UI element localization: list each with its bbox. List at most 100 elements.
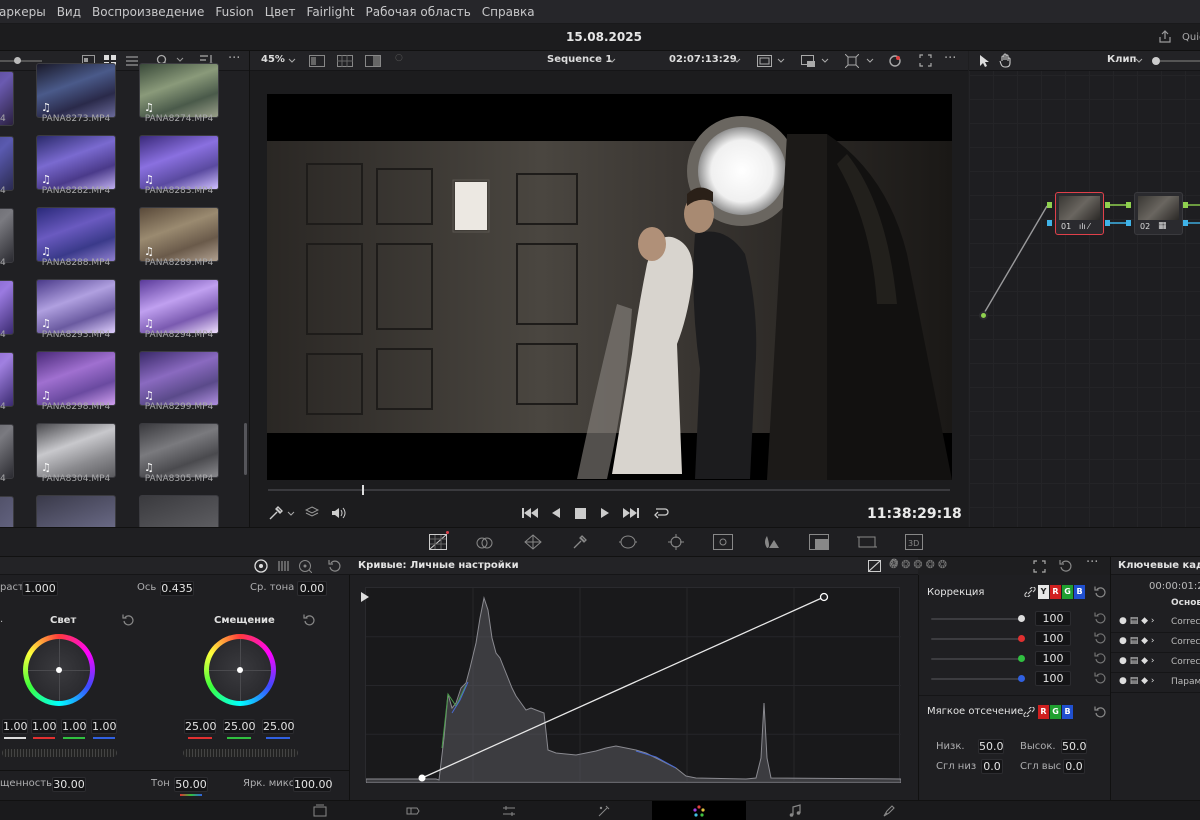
clip-thumbnail[interactable]: ♫ — [36, 351, 116, 406]
r-intensity-value[interactable]: 100 — [1035, 631, 1071, 646]
keyframe-row[interactable]: ● ▤ ◆ › Correc — [1111, 634, 1200, 653]
node-01[interactable]: 01 ılı ⁄ — [1055, 192, 1104, 235]
gain-red-value[interactable]: 1.00 — [31, 719, 57, 734]
chevron-down-icon[interactable] — [733, 58, 741, 64]
channel-b-chip[interactable]: B — [1074, 585, 1085, 599]
clip-thumbnail[interactable]: ♫ — [36, 135, 116, 190]
more-options-icon[interactable]: ··· — [1086, 555, 1098, 570]
reset-icon[interactable] — [1094, 672, 1106, 684]
clip-thumbnail-partial[interactable] — [0, 352, 14, 407]
clip-thumbnail[interactable]: ♫ — [139, 279, 219, 334]
gain-green-value[interactable]: 1.00 — [61, 719, 87, 734]
clip-thumbnail[interactable]: ♫ — [139, 135, 219, 190]
curves-tool-icon[interactable] — [429, 534, 447, 550]
low-clip-value[interactable]: 50.0 — [978, 739, 1004, 754]
menu-workspace[interactable]: Рабочая область — [366, 5, 471, 19]
list-view-icon[interactable] — [126, 55, 138, 67]
more-options-icon[interactable]: ··· — [944, 51, 956, 66]
reset-icon[interactable] — [1094, 586, 1106, 598]
clip-thumbnail[interactable]: ♫ — [36, 207, 116, 262]
reset-icon[interactable] — [1094, 612, 1106, 624]
fullscreen-icon[interactable] — [919, 54, 932, 67]
video-frame[interactable] — [267, 94, 952, 480]
curves-graph[interactable] — [365, 587, 902, 784]
soft-b-chip[interactable]: B — [1062, 705, 1073, 719]
reset-icon[interactable] — [1059, 559, 1073, 573]
b-intensity-value[interactable]: 100 — [1035, 671, 1071, 686]
keyframe-row[interactable]: ● ▤ ◆ › Парам — [1111, 674, 1200, 693]
g-slider-handle[interactable] — [1018, 655, 1025, 662]
node-02[interactable]: 02 ▦ — [1134, 192, 1183, 235]
menu-help[interactable]: Справка — [482, 5, 535, 19]
clip-thumbnail[interactable]: ♫ — [139, 63, 219, 118]
thumb-size-slider[interactable] — [0, 60, 42, 62]
zoom-level[interactable]: 45% — [261, 54, 285, 65]
stop-icon[interactable] — [575, 508, 586, 519]
clip-thumbnail[interactable]: ♫ — [36, 423, 116, 478]
menu-markers[interactable]: аркеры — [0, 5, 46, 19]
wheel-handle[interactable] — [56, 667, 62, 673]
clip-thumbnail[interactable]: ♫ — [36, 63, 116, 118]
3d-icon[interactable]: 3D — [905, 534, 923, 550]
clip-thumbnail-partial[interactable] — [0, 280, 14, 335]
chevron-down-icon[interactable] — [866, 58, 874, 64]
soft-r-chip[interactable]: R — [1038, 705, 1049, 719]
b-slider-handle[interactable] — [1018, 675, 1025, 682]
link-icon[interactable] — [1024, 587, 1036, 597]
curve-point-marker-icon[interactable] — [360, 591, 370, 603]
offset-red-value[interactable]: 25.00 — [184, 719, 217, 734]
contrast-value[interactable]: 1.000 — [22, 581, 58, 596]
clip-thumbnail[interactable]: ♫ — [139, 423, 219, 478]
y-intensity-slider[interactable] — [931, 618, 1021, 620]
offset-blue-value[interactable]: 25.00 — [262, 719, 295, 734]
quick-export-label[interactable]: Quic — [1182, 32, 1200, 43]
curve-mode-icons[interactable]: ❂❂❂❂❂ — [889, 558, 950, 571]
gain-master-value[interactable]: 1.00 — [2, 719, 28, 734]
edit-page-icon[interactable] — [502, 804, 516, 818]
expand-icon[interactable] — [1033, 560, 1046, 573]
node-editor[interactable]: Клип 01 ılı ⁄ 02 ▦ — [969, 51, 1200, 527]
high-soft-value[interactable]: 0.0 — [1063, 759, 1085, 774]
clip-thumbnail[interactable]: ♫ — [139, 351, 219, 406]
magic-mask-icon[interactable] — [713, 534, 733, 550]
playhead[interactable] — [362, 485, 365, 495]
offset-green-value[interactable]: 25.00 — [223, 719, 256, 734]
saturation-value[interactable]: 30.00 — [52, 777, 86, 792]
menu-fairlight[interactable]: Fairlight — [307, 5, 355, 19]
g-intensity-slider[interactable] — [931, 658, 1021, 660]
eyedropper-icon[interactable] — [268, 505, 284, 521]
wheel-handle[interactable] — [237, 667, 243, 673]
node-input-dot[interactable] — [979, 311, 988, 320]
gain-color-wheel[interactable] — [23, 634, 95, 706]
go-to-start-icon[interactable] — [522, 507, 538, 519]
primaries-wheels-icon[interactable] — [254, 559, 268, 573]
pivot-value[interactable]: 0.435 — [160, 581, 194, 596]
clip-thumbnail-partial[interactable] — [0, 208, 14, 263]
thumb-size-handle[interactable] — [14, 57, 21, 64]
media-page-icon[interactable] — [313, 804, 327, 818]
high-clip-value[interactable]: 50.0 — [1061, 739, 1087, 754]
deliver-page-icon[interactable] — [882, 804, 896, 818]
cut-page-icon[interactable] — [406, 804, 420, 818]
wipe-icon[interactable] — [365, 55, 381, 67]
channel-r-chip[interactable]: R — [1050, 585, 1061, 599]
hue-value[interactable]: 50.00 — [174, 777, 208, 792]
clip-thumbnail[interactable]: ♫ — [139, 207, 219, 262]
primaries-bars-icon[interactable] — [278, 560, 290, 572]
display-overlay-icon[interactable] — [801, 55, 816, 68]
volume-icon[interactable] — [331, 506, 346, 520]
source-timecode[interactable]: 02:07:13:29 — [669, 54, 737, 65]
menu-color[interactable]: Цвет — [265, 5, 296, 19]
fusion-page-icon[interactable] — [597, 804, 611, 818]
split-view-icon[interactable] — [309, 55, 325, 67]
lum-mix-value[interactable]: 100.00 — [293, 777, 333, 792]
reset-icon[interactable] — [1094, 652, 1106, 664]
clip-thumbnail[interactable] — [139, 495, 219, 527]
hsl-qualifier-icon[interactable] — [476, 534, 494, 550]
gain-master-jog[interactable] — [2, 749, 117, 757]
channel-g-chip[interactable]: G — [1062, 585, 1073, 599]
g-intensity-value[interactable]: 100 — [1035, 651, 1071, 666]
grid-view-icon[interactable] — [337, 55, 353, 67]
tracker-icon[interactable] — [667, 534, 685, 550]
r-intensity-slider[interactable] — [931, 638, 1021, 640]
